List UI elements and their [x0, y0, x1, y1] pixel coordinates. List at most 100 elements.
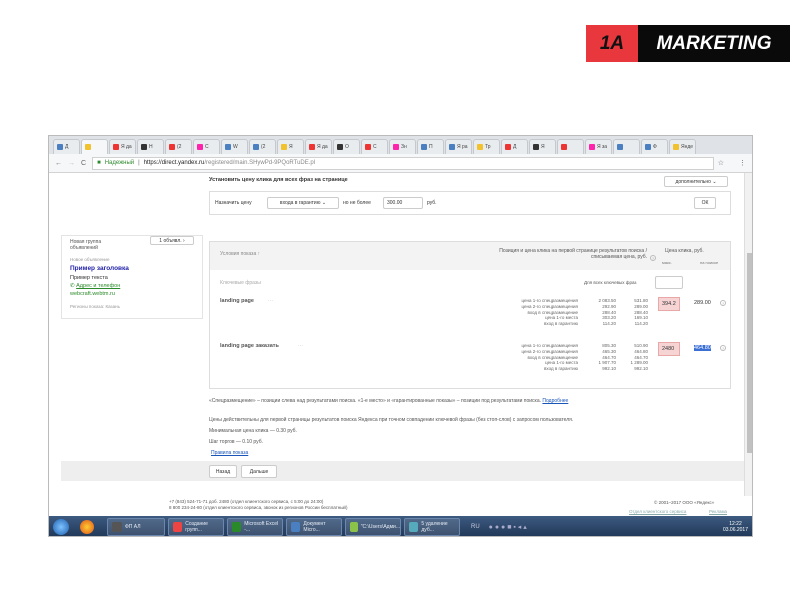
- back-button[interactable]: Назад: [209, 465, 237, 478]
- browser-tab[interactable]: Я ра: [445, 139, 472, 154]
- price-mode-select[interactable]: входа в гарантию ⌄: [267, 197, 339, 209]
- browser-tab[interactable]: Я за: [585, 139, 612, 154]
- support-link[interactable]: Отдел клиентского сервиса: [629, 509, 686, 514]
- special-note-text: «Спецразмещение» – позиции слева над рез…: [209, 398, 541, 404]
- forward-icon[interactable]: →: [68, 160, 75, 167]
- app-icon: [291, 522, 301, 532]
- ad-preview-card: Новая группа объявлений 1 объявл. › Ново…: [61, 235, 203, 319]
- taskbar-item[interactable]: ФП АЛ: [107, 518, 165, 536]
- tab-label: Я: [541, 144, 545, 150]
- browser-tab[interactable]: Янде: [669, 139, 696, 154]
- max-bid-input[interactable]: 2480: [658, 342, 680, 356]
- browser-tab[interactable]: Д: [53, 139, 80, 154]
- browser-tab[interactable]: С: [361, 139, 388, 154]
- ok-button[interactable]: ОК: [694, 197, 716, 209]
- address-bar-row: ← → C ■ Надежный | https://direct.yandex…: [49, 154, 752, 173]
- browser-tab[interactable]: П: [417, 139, 444, 154]
- charged-price: 114.20: [634, 321, 648, 327]
- more-dropdown[interactable]: дополнительно ⌄: [664, 176, 728, 187]
- browser-tab[interactable]: Д: [501, 139, 528, 154]
- taskbar-item-label: Документ Micro...: [303, 521, 326, 533]
- browser-tab[interactable]: Я да: [109, 139, 136, 154]
- app-icon: [350, 522, 358, 532]
- assign-label: Назначить цену: [215, 200, 252, 206]
- max-bid-input[interactable]: 394.2: [658, 297, 680, 311]
- url-input[interactable]: ■ Надежный | https://direct.yandex.ru/re…: [92, 156, 714, 170]
- scrollbar[interactable]: [744, 173, 752, 496]
- taskbar-item[interactable]: 5 удаление дуб...: [404, 518, 460, 536]
- tab-label: Зн: [401, 144, 407, 150]
- favicon-icon: [561, 144, 567, 150]
- secure-label: Надежный: [104, 160, 135, 166]
- ad-text: Пример текста: [70, 275, 108, 281]
- position-label: вход в гарантию: [544, 366, 578, 372]
- browser-tab[interactable]: Я: [277, 139, 304, 154]
- browser-tab[interactable]: Зн: [389, 139, 416, 154]
- ad-headline[interactable]: Пример заголовка: [70, 265, 129, 272]
- browser-screenshot: ДЯ да Н (2 С W (2 Я Я да О С Зн П Я ра Тр Д Я Я за Ф Янде …: [48, 135, 753, 537]
- taskbar-item[interactable]: "C:\Users\Адми...: [345, 518, 401, 536]
- help-icon[interactable]: ?: [720, 345, 726, 351]
- next-button[interactable]: Дальше: [241, 465, 277, 478]
- help-icon[interactable]: ?: [720, 300, 726, 306]
- price-header: Цена клика, руб.: [665, 248, 704, 254]
- new-ad-label: Новое объявление: [70, 257, 110, 262]
- taskbar-item[interactable]: Документ Micro...: [286, 518, 342, 536]
- back-icon[interactable]: ←: [55, 160, 62, 167]
- start-button[interactable]: [53, 519, 69, 535]
- url-path: /registered/main.SHywPd-9PQoRTuDE.pl: [204, 160, 316, 166]
- more-label: дополнительно: [675, 178, 711, 185]
- taskbar-item-label: 5 удаление дуб...: [421, 521, 448, 533]
- menu-icon[interactable]: ⋮: [739, 159, 746, 167]
- browser-tab[interactable]: (2: [249, 139, 276, 154]
- star-icon[interactable]: ☆: [718, 159, 724, 167]
- for-all-input[interactable]: [655, 276, 683, 289]
- favicon-icon: [589, 144, 595, 150]
- taskbar-item[interactable]: Создание групп...: [168, 518, 224, 536]
- ads-count-button[interactable]: 1 объявл. ›: [150, 236, 194, 245]
- search-price: 464.80: [694, 345, 711, 351]
- clock[interactable]: 12:22 03.06.2017: [723, 521, 748, 533]
- logo-1a-marketing: 1A MARKETING: [586, 25, 790, 62]
- favicon-icon: [141, 144, 147, 150]
- browser-tab[interactable]: W: [221, 139, 248, 154]
- browser-tab[interactable]: [81, 139, 108, 154]
- favicon-icon: [253, 144, 259, 150]
- ads-link[interactable]: Реклама: [709, 509, 727, 514]
- browser-tab[interactable]: (2: [165, 139, 192, 154]
- browser-tab[interactable]: Я да: [305, 139, 332, 154]
- set-price-title: Установить цену клика для всех фраз на с…: [209, 177, 348, 183]
- taskbar-item[interactable]: Microsoft Excel -...: [227, 518, 283, 536]
- footer: +7 (843) 524-71-71 доб. 2480 (отдел клие…: [49, 496, 752, 516]
- browser-tab[interactable]: [557, 139, 584, 154]
- rules-link[interactable]: Правила показа: [211, 450, 248, 456]
- scrollbar-thumb[interactable]: [747, 253, 752, 453]
- browser-tab[interactable]: О: [333, 139, 360, 154]
- keyword-menu-icon[interactable]: ···: [298, 343, 303, 349]
- browser-tab[interactable]: [613, 139, 640, 154]
- contact-link[interactable]: Адрес и телефон: [76, 283, 120, 289]
- on-search-header: на поиске: [700, 260, 719, 265]
- browser-tab[interactable]: Ф: [641, 139, 668, 154]
- currency-label: руб.: [427, 200, 437, 206]
- keyword-phrase[interactable]: landing page заказать: [220, 343, 279, 349]
- tab-label: С: [373, 144, 377, 150]
- position-price: 992.10: [602, 366, 616, 372]
- keyword-phrase[interactable]: landing page: [220, 298, 254, 304]
- firefox-icon[interactable]: [80, 520, 94, 534]
- more-link[interactable]: Подробнее: [542, 398, 568, 404]
- favicon-icon: [645, 144, 651, 150]
- reload-icon[interactable]: C: [81, 160, 86, 167]
- browser-tab[interactable]: Я: [529, 139, 556, 154]
- browser-tab[interactable]: Н: [137, 139, 164, 154]
- tab-label: Я за: [597, 144, 608, 150]
- taskbar-item-label: Microsoft Excel -...: [244, 521, 279, 533]
- browser-tab[interactable]: Тр: [473, 139, 500, 154]
- help-icon[interactable]: ?: [650, 255, 656, 261]
- ad-site: webcraft.webtm.ru: [70, 291, 115, 297]
- browser-tab[interactable]: С: [193, 139, 220, 154]
- conditions-header[interactable]: Условия показа ↑: [220, 251, 260, 257]
- keyword-menu-icon[interactable]: ···: [268, 298, 273, 304]
- language-indicator[interactable]: RU: [471, 524, 480, 530]
- max-price-input[interactable]: 300.00: [383, 197, 423, 209]
